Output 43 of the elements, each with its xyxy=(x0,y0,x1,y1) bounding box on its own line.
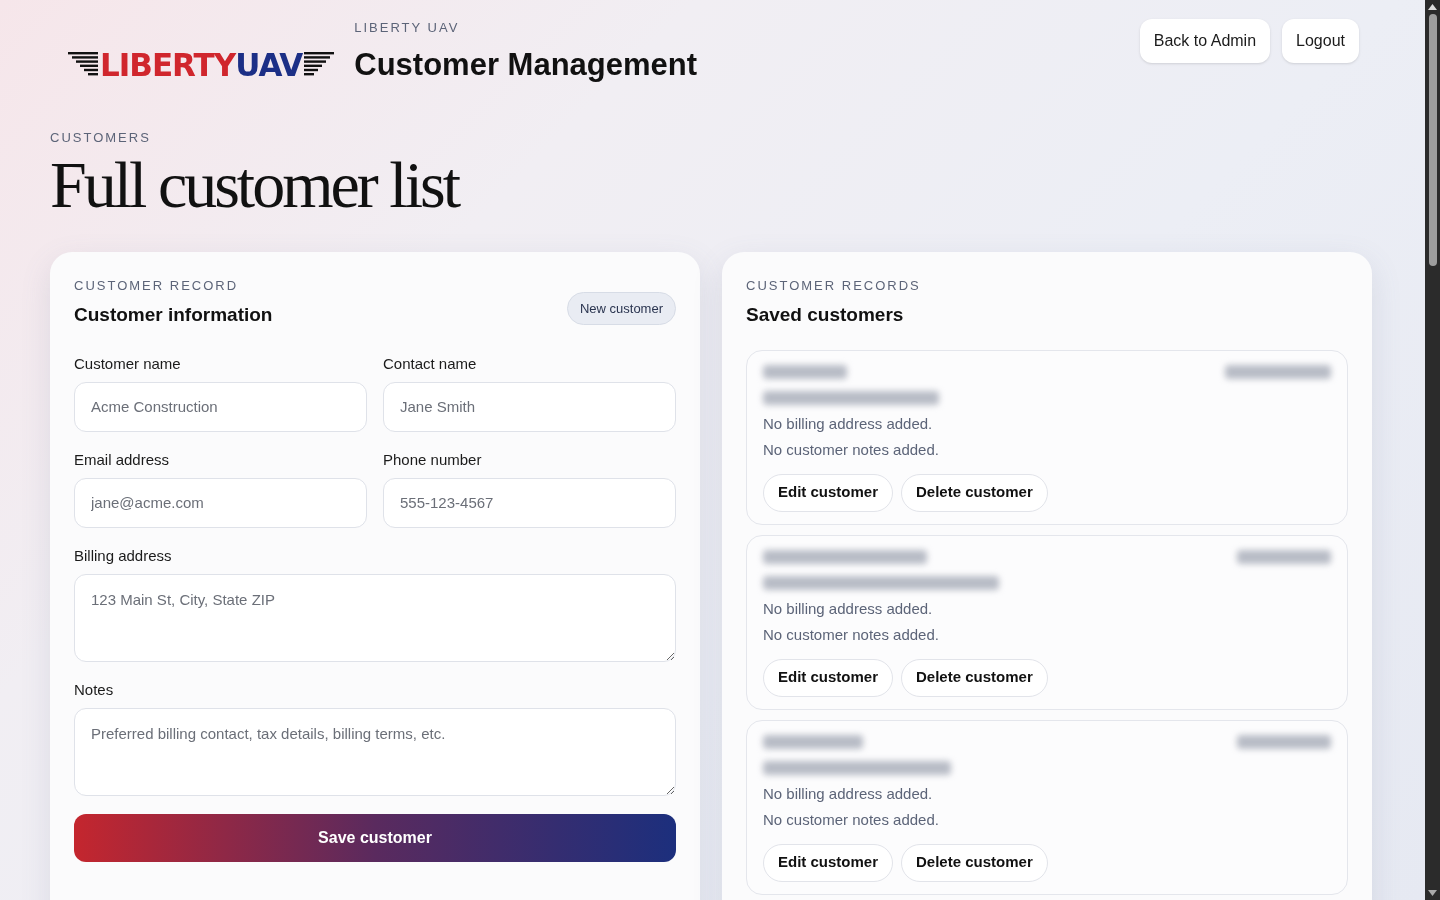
field-label: Billing address xyxy=(74,545,173,566)
text-area[interactable]: 123 Main St, City, State ZIP xyxy=(74,573,676,662)
card-eyebrow: CUSTOMER RECORDS xyxy=(746,276,922,295)
field-label: Phone number xyxy=(383,449,483,470)
card-eyebrow: CUSTOMER RECORD xyxy=(74,276,240,295)
scrollbar-thumb[interactable] xyxy=(1428,14,1437,266)
billing-text: No billing address added. xyxy=(763,783,934,804)
billing-text: No billing address added. xyxy=(763,598,934,619)
app-title: Customer Management xyxy=(354,45,698,84)
edit-customer-button[interactable]: Edit customer xyxy=(763,843,894,882)
field-label: Email address xyxy=(74,449,171,470)
input-field[interactable]: Acme Construction xyxy=(74,381,367,432)
wing-icon xyxy=(68,50,98,78)
notes-text: No customer notes added. xyxy=(763,810,940,830)
brand-logo: LIBERTYUAV xyxy=(100,47,303,81)
delete-customer-button[interactable]: Delete customer xyxy=(901,658,1048,697)
save-customer-button[interactable]: Save customer xyxy=(74,813,676,862)
notes-text: No customer notes added. xyxy=(763,440,940,460)
scroll-down-icon[interactable] xyxy=(1428,890,1437,896)
app-eyebrow: LIBERTY UAV xyxy=(354,19,461,37)
edit-customer-button[interactable]: Edit customer xyxy=(763,473,894,512)
scrollbar[interactable] xyxy=(1425,0,1440,900)
field-label: Contact name xyxy=(383,353,478,374)
notes-text: No customer notes added. xyxy=(763,625,940,645)
status-badge: New customer xyxy=(566,291,676,325)
wing-icon xyxy=(304,50,335,78)
field-label: Notes xyxy=(74,679,115,700)
section-eyebrow: CUSTOMERS xyxy=(50,129,152,147)
input-field[interactable]: Jane Smith xyxy=(383,381,676,432)
scroll-up-icon[interactable] xyxy=(1428,4,1437,10)
card-title: Customer information xyxy=(74,303,273,327)
field-label: Customer name xyxy=(74,353,182,374)
billing-text: No billing address added. xyxy=(763,413,934,434)
input-field[interactable]: jane@acme.com xyxy=(74,477,367,528)
delete-customer-button[interactable]: Delete customer xyxy=(901,843,1048,882)
delete-customer-button[interactable]: Delete customer xyxy=(901,473,1048,512)
card-title: Saved customers xyxy=(746,303,905,327)
input-field[interactable]: 555-123-4567 xyxy=(383,477,676,528)
edit-customer-button[interactable]: Edit customer xyxy=(763,658,894,697)
text-area[interactable]: Preferred billing contact, tax details, billing terms, etc. xyxy=(74,707,676,796)
logout-button[interactable]: Logout xyxy=(1282,19,1359,63)
page-title: Full customer list xyxy=(50,147,460,222)
back-to-admin-button[interactable]: Back to Admin xyxy=(1139,19,1271,63)
